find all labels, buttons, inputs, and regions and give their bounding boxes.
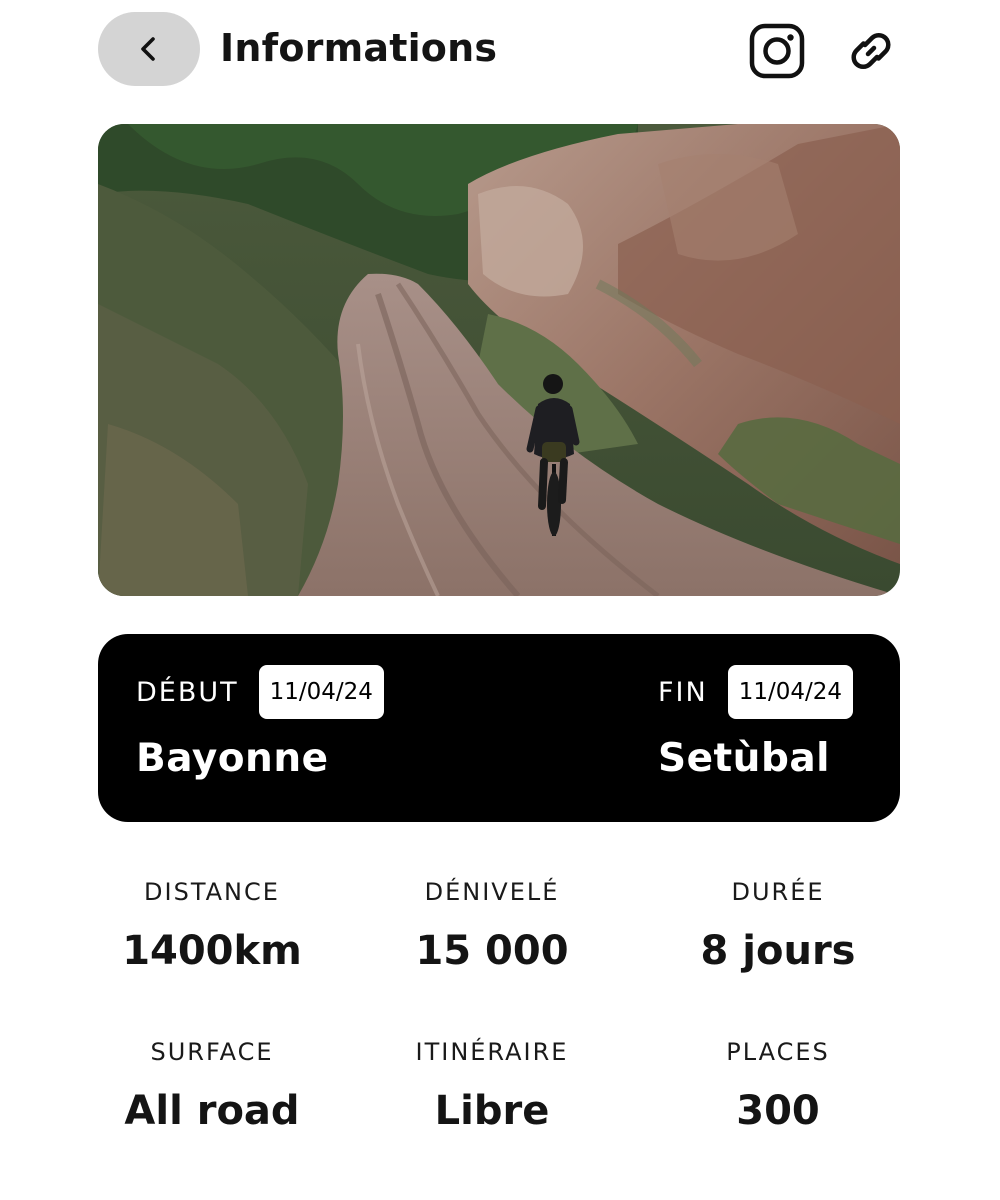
stat-distance: DISTANCE 1400km <box>62 878 362 974</box>
route-end: FIN 11/04/24 Setùbal <box>658 664 854 781</box>
stat-surface: SURFACE All road <box>62 1038 362 1134</box>
end-city: Setùbal <box>658 736 831 781</box>
stat-value: 15 000 <box>415 928 569 974</box>
stat-value: 8 jours <box>700 928 856 974</box>
stat-value: All road <box>124 1088 300 1134</box>
instagram-icon <box>749 23 805 79</box>
route-card: DÉBUT 11/04/24 Bayonne FIN 11/04/24 Setù… <box>98 634 900 822</box>
chevron-left-icon <box>141 37 155 61</box>
start-date-badge: 11/04/24 <box>258 665 384 719</box>
stat-label: SURFACE <box>150 1038 274 1066</box>
stat-label: DÉNIVELÉ <box>424 878 560 906</box>
start-city: Bayonne <box>136 736 329 781</box>
hero-photo <box>98 124 900 596</box>
instagram-button[interactable] <box>746 20 808 82</box>
start-label: DÉBUT <box>136 676 239 708</box>
stat-value: 1400km <box>122 928 302 974</box>
stat-label: ITINÉRAIRE <box>415 1038 569 1066</box>
back-button[interactable] <box>98 12 200 86</box>
stat-value: Libre <box>434 1088 550 1134</box>
link-icon <box>851 32 891 70</box>
stat-places: PLACES 300 <box>628 1038 928 1134</box>
stat-elevation: DÉNIVELÉ 15 000 <box>342 878 642 974</box>
stat-itinerary: ITINÉRAIRE Libre <box>342 1038 642 1134</box>
copy-link-button[interactable] <box>840 20 902 82</box>
stat-label: DURÉE <box>731 878 825 906</box>
end-label: FIN <box>658 676 708 708</box>
stat-label: DISTANCE <box>144 878 280 906</box>
page-title: Informations <box>220 26 498 70</box>
stat-value: 300 <box>736 1088 820 1134</box>
end-date-badge: 11/04/24 <box>727 665 854 719</box>
header: Informations <box>98 12 900 86</box>
route-start: DÉBUT 11/04/24 Bayonne <box>136 664 384 781</box>
stat-label: PLACES <box>726 1038 830 1066</box>
stat-duration: DURÉE 8 jours <box>628 878 928 974</box>
